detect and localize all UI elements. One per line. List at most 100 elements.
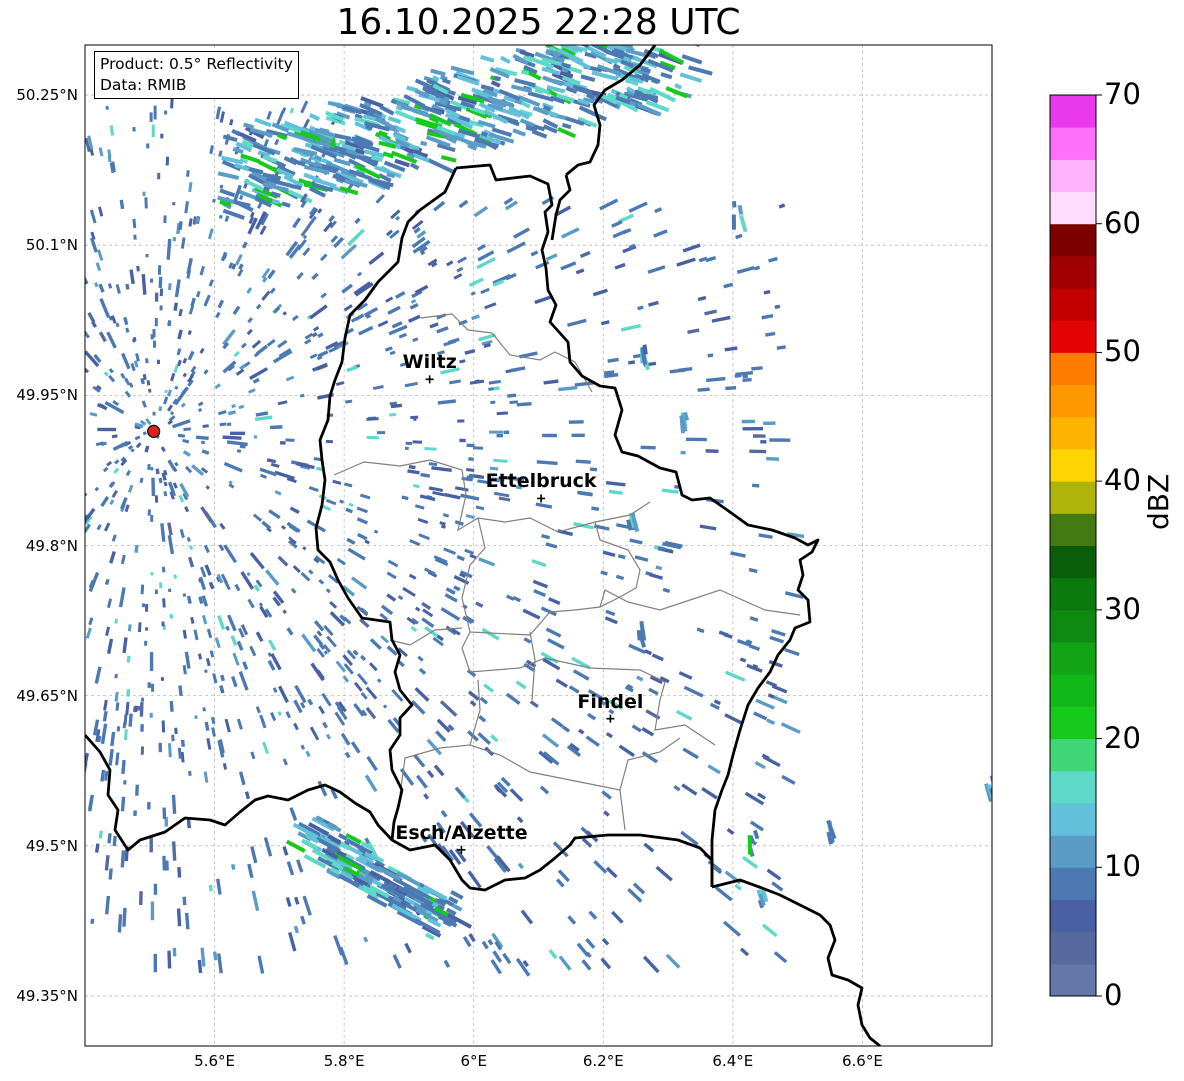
echo-cell — [628, 201, 648, 213]
echo-cell — [180, 402, 186, 408]
lat-tick-label: 49.8°N — [25, 536, 78, 555]
echo-cell — [182, 438, 190, 444]
lon-tick-label: 6.4°E — [712, 1052, 754, 1070]
echo-cell — [758, 533, 773, 539]
city-label: Ettelbruck — [485, 470, 597, 493]
echo-cell — [363, 306, 379, 318]
echo-cell — [308, 112, 321, 122]
echo-cell — [725, 385, 737, 391]
echo-cell — [11, 409, 16, 413]
echo-cell — [182, 896, 187, 906]
echo-cell — [545, 253, 558, 262]
echo-cell — [354, 313, 365, 321]
echo-cell — [228, 480, 233, 485]
echo-cell — [363, 936, 369, 943]
echo-cell — [103, 699, 108, 711]
echo-cell — [132, 218, 137, 229]
echo-cell — [300, 702, 306, 709]
lon-tick-label: 6.2°E — [582, 1052, 624, 1070]
echo-cell — [607, 357, 619, 363]
echo-cell — [144, 197, 148, 209]
echo-cell — [642, 955, 660, 974]
echo-cell — [0, 158, 1, 172]
echo-cell — [660, 72, 673, 80]
echo-cell — [643, 22, 658, 29]
echo-cell — [25, 738, 29, 742]
echo-cell — [60, 326, 67, 333]
echo-cell — [186, 536, 191, 542]
echo-cell — [219, 685, 224, 692]
product-info-box: Product: 0.5° Reflectivity Data: RMIB — [94, 51, 299, 99]
colorbar-segment — [1050, 159, 1096, 193]
echo-cell — [126, 655, 131, 663]
echo-cell — [111, 534, 117, 542]
echo-cell — [592, 288, 608, 297]
echo-cell — [431, 466, 452, 473]
echo-cell — [75, 73, 80, 83]
echo-cell — [32, 301, 38, 307]
echo-cell — [440, 155, 457, 163]
echo-cell — [424, 447, 437, 451]
echo-cell — [760, 440, 767, 444]
echo-cell — [340, 243, 357, 260]
echo-cell — [159, 582, 163, 589]
colorbar-segment — [1050, 288, 1096, 321]
echo-cell — [285, 711, 292, 719]
echo-cell — [483, 683, 495, 693]
echo-cell — [409, 302, 419, 310]
echo-cell — [186, 170, 190, 177]
echo-cell — [389, 413, 396, 417]
echo-cell — [529, 700, 539, 709]
echo-cell — [603, 810, 610, 817]
echo-cell — [18, 624, 25, 632]
echo-cell — [459, 359, 466, 364]
echo-cell — [496, 433, 504, 438]
echo-cell — [531, 129, 548, 139]
echo-cell — [347, 547, 366, 561]
echo-cell — [555, 678, 568, 688]
echo-cell — [408, 573, 417, 580]
echo-cell — [605, 866, 618, 879]
echo-cell — [154, 495, 159, 503]
echo-cell — [481, 940, 489, 950]
echo-cell — [608, 489, 623, 495]
echo-cell — [581, 959, 592, 971]
echo-cell — [209, 650, 215, 658]
echo-cell — [203, 369, 209, 375]
echo-cell — [575, 268, 585, 275]
echo-cell — [140, 697, 145, 702]
echo-cell — [387, 559, 399, 568]
echo-cell — [599, 198, 619, 211]
echo-cell — [713, 699, 721, 706]
echo-cell — [234, 583, 241, 592]
echo-cell — [706, 376, 726, 383]
echo-cell — [4, 207, 14, 219]
echo-cell — [473, 205, 489, 218]
echo-cell — [377, 431, 386, 435]
echo-cell — [266, 110, 272, 120]
echo-cell — [5, 172, 14, 185]
echo-cell — [164, 389, 168, 394]
echo-cell — [208, 581, 215, 590]
echo-cell — [114, 673, 118, 679]
echo-cell — [104, 855, 110, 871]
echo-cell — [317, 780, 328, 797]
echo-cell — [168, 743, 172, 758]
echo-cell — [24, 170, 30, 178]
echo-cell — [171, 734, 175, 742]
echo-cell — [276, 110, 285, 126]
echo-cell — [749, 449, 767, 454]
colorbar — [1049, 94, 1102, 997]
echo-cell — [610, 34, 626, 42]
echo-cell — [477, 732, 492, 745]
echo-cell — [751, 483, 760, 488]
echo-cell — [366, 435, 379, 440]
echo-cell — [16, 514, 24, 520]
echo-cell — [146, 380, 151, 386]
echo-cell — [47, 770, 51, 776]
echo-cell — [577, 728, 585, 735]
echo-cell — [0, 466, 7, 471]
echo-cell — [634, 555, 649, 562]
echo-cell — [648, 300, 659, 307]
city-label: Wiltz — [402, 351, 457, 374]
